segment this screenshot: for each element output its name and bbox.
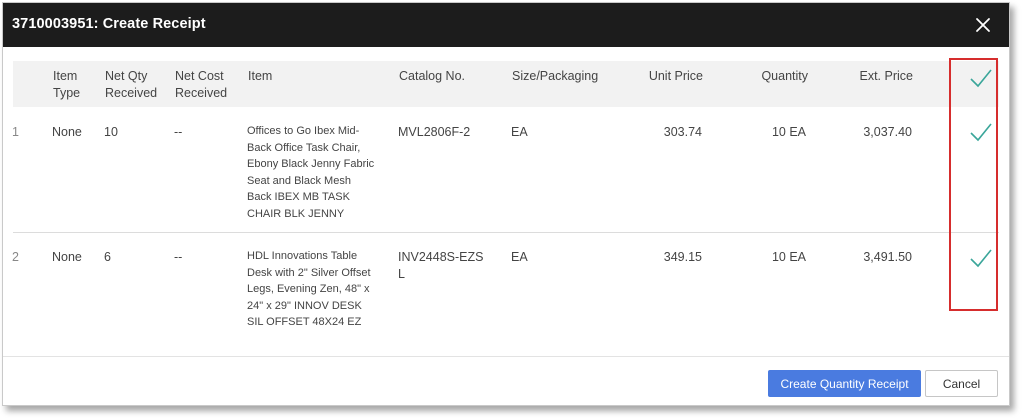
- quantity: 10 EA: [771, 125, 806, 139]
- catalog-number: INV2448S-EZSL: [398, 250, 484, 281]
- catalog-number: MVL2806F-2: [398, 125, 471, 139]
- row-checkmark-icon[interactable]: [969, 121, 993, 143]
- net-cost: --: [174, 250, 183, 264]
- unit-price: 303.74: [663, 125, 702, 139]
- item-description: Offices to Go Ibex Mid-Back Office Task …: [247, 125, 375, 220]
- close-icon[interactable]: [971, 13, 995, 37]
- size-packaging: EA: [511, 250, 528, 264]
- header-net-qty: Net Qty Received: [105, 69, 158, 100]
- cancel-button[interactable]: Cancel: [925, 370, 998, 397]
- create-receipt-dialog: 3710003951: Create Receipt Item Type Net…: [2, 2, 1010, 406]
- item-type: None: [52, 250, 82, 264]
- table-header: Item Type Net Qty Received Net Cost Rece…: [13, 61, 999, 107]
- row-number: 2: [12, 250, 19, 264]
- select-all-checkmark-icon[interactable]: [969, 67, 993, 89]
- header-unit-price: Unit Price: [648, 69, 703, 83]
- dialog-title: 3710003951: Create Receipt: [12, 16, 206, 32]
- header-item-type: Item Type: [53, 69, 81, 100]
- quantity: 10 EA: [771, 250, 806, 264]
- item-type: None: [52, 125, 82, 139]
- ext-price: 3,491.50: [863, 250, 912, 264]
- net-cost: --: [174, 125, 183, 139]
- header-item: Item: [248, 69, 273, 83]
- header-ext-price: Ext. Price: [859, 69, 914, 83]
- net-qty: 6: [104, 250, 111, 264]
- row-divider: [13, 232, 999, 233]
- create-quantity-receipt-button[interactable]: Create Quantity Receipt: [768, 370, 921, 397]
- item-description: HDL Innovations Table Desk with 2" Silve…: [247, 250, 371, 328]
- header-net-cost: Net Cost Received: [175, 69, 228, 100]
- footer-divider: [3, 356, 1009, 357]
- size-packaging: EA: [511, 125, 528, 139]
- row-checkmark-icon[interactable]: [969, 247, 993, 269]
- row-number: 1: [12, 125, 19, 139]
- header-quantity: Quantity: [761, 69, 808, 83]
- net-qty: 10: [104, 125, 118, 139]
- header-catalog: Catalog No.: [399, 69, 466, 83]
- header-size: Size/Packaging: [512, 69, 599, 83]
- ext-price: 3,037.40: [863, 125, 912, 139]
- dialog-titlebar: 3710003951: Create Receipt: [3, 3, 1009, 47]
- unit-price: 349.15: [663, 250, 702, 264]
